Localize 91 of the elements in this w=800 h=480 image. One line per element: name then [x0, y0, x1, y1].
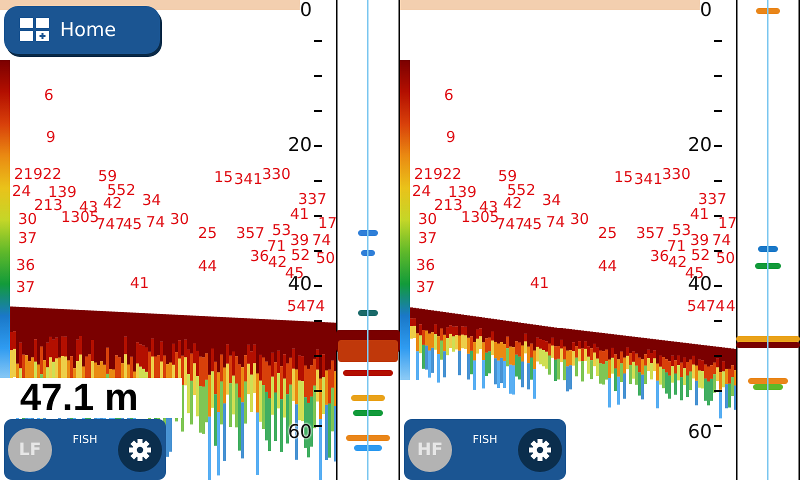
depth-scale-label: 0 [300, 0, 312, 20]
depth-scale-label: 20 [688, 135, 712, 155]
fish-depth-label: 36 [416, 258, 436, 273]
fish-depth-label: 34 [142, 193, 162, 208]
fish-depth-label: 53 [272, 223, 292, 238]
fish-depth-label: 37 [16, 280, 36, 295]
settings-icon [528, 438, 552, 462]
fish-depth-label: 21922 [414, 167, 462, 182]
fish-depth-label: 45 [123, 217, 142, 232]
fish-depth-label: 9 [446, 130, 456, 145]
fish-depth-label: 52 [691, 248, 710, 263]
fish-depth-label: 341 [634, 172, 663, 187]
depth-readout: 47.1 m [0, 378, 182, 418]
mode-label: FISH [72, 433, 98, 446]
fish-depth-label: 30 [418, 212, 438, 227]
fish-depth-label: 6 [444, 88, 454, 103]
fish-depth-label: 21922 [14, 167, 62, 182]
fish-depth-label: 9 [46, 130, 56, 145]
fish-depth-label: 42 [268, 255, 288, 270]
fish-depth-label: 50 [716, 251, 736, 266]
fish-depth-label: 52 [291, 248, 310, 263]
fish-depth-label: 357 [636, 226, 665, 241]
fish-depth-label: 41 [130, 276, 150, 291]
fish-depth-label: 59 [498, 169, 518, 184]
fish-depth-label: 15 [214, 170, 234, 185]
fish-depth-label: 341 [234, 172, 263, 187]
fish-depth-label: 357 [236, 226, 265, 241]
fish-depth-label: 53 [672, 223, 692, 238]
fish-depth-label: 74 [546, 215, 566, 230]
fish-depth-label: 213 [34, 198, 63, 213]
fish-depth-label: 42 [103, 196, 122, 211]
fish-depth-label: 74 [712, 233, 732, 248]
fish-depth-label: 4 [726, 299, 736, 314]
grid-icon [20, 18, 50, 42]
fish-depth-label: 25 [598, 226, 618, 241]
fish-depth-label: 36 [16, 258, 36, 273]
depth-scale-label: 20 [288, 135, 312, 155]
fish-depth-label: 39 [690, 233, 710, 248]
fish-depth-label: 34 [542, 193, 562, 208]
fish-depth-label: 30 [570, 212, 590, 227]
depth-scale-label: 60 [688, 422, 712, 442]
fish-depth-label: 42 [503, 196, 522, 211]
fish-depth-label: 552 [107, 183, 136, 198]
settings-button[interactable] [118, 428, 162, 472]
fish-depth-label: 37 [18, 231, 38, 246]
fish-depth-label: 37 [416, 280, 436, 295]
fish-depth-label: 30 [18, 212, 38, 227]
fish-depth-label: 71 [267, 239, 286, 254]
fish-depth-label: 337 [298, 192, 327, 207]
fish-depth-label: 74 [146, 215, 166, 230]
fish-depth-label: 50 [316, 251, 336, 266]
fish-depth-label: 30 [170, 212, 190, 227]
fish-depth-label: 42 [668, 255, 688, 270]
fish-depth-label: 36 [250, 249, 270, 264]
settings-button[interactable] [518, 428, 562, 472]
fish-depth-label: 44 [598, 259, 618, 274]
fish-depth-label: 1305 [61, 210, 100, 225]
fish-depth-label: 44 [198, 259, 218, 274]
fish-depth-label: 74 [706, 299, 726, 314]
home-button[interactable]: Home [4, 6, 160, 54]
fish-depth-label: 59 [98, 169, 118, 184]
fish-depth-label: 139 [448, 185, 477, 200]
fish-depth-label: 330 [262, 167, 291, 182]
mode-label: FISH [472, 433, 498, 446]
fish-depth-label: 71 [667, 239, 686, 254]
depth-scale-label: 0 [700, 0, 712, 20]
fish-depth-label: 54 [287, 299, 306, 314]
fish-depth-label: 39 [290, 233, 310, 248]
fish-depth-label: 139 [48, 185, 77, 200]
fish-depth-label: 24 [412, 184, 432, 199]
fish-depth-label: 330 [662, 167, 691, 182]
settings-icon [128, 438, 152, 462]
fish-depth-label: 1305 [461, 210, 500, 225]
fish-depth-label: 41 [530, 276, 550, 291]
fish-depth-label: 17 [718, 216, 736, 231]
fish-depth-label: 36 [650, 249, 670, 264]
fish-depth-label: 74 [312, 233, 332, 248]
fish-depth-label: 41 [290, 207, 310, 222]
fish-depth-label: 6 [44, 88, 54, 103]
fish-depth-label: 45 [523, 217, 542, 232]
fish-depth-label: 54 [687, 299, 706, 314]
fish-depth-label: 37 [418, 231, 438, 246]
fish-depth-label: 552 [507, 183, 536, 198]
fish-depth-label: 337 [698, 192, 727, 207]
fish-depth-label: 213 [434, 198, 463, 213]
fish-depth-label: 24 [12, 184, 32, 199]
fish-depth-label: 17 [318, 216, 336, 231]
fish-depth-label: 15 [614, 170, 634, 185]
fish-depth-label: 41 [690, 207, 710, 222]
fish-depth-label: 25 [198, 226, 218, 241]
fish-depth-label: 74 [306, 299, 326, 314]
